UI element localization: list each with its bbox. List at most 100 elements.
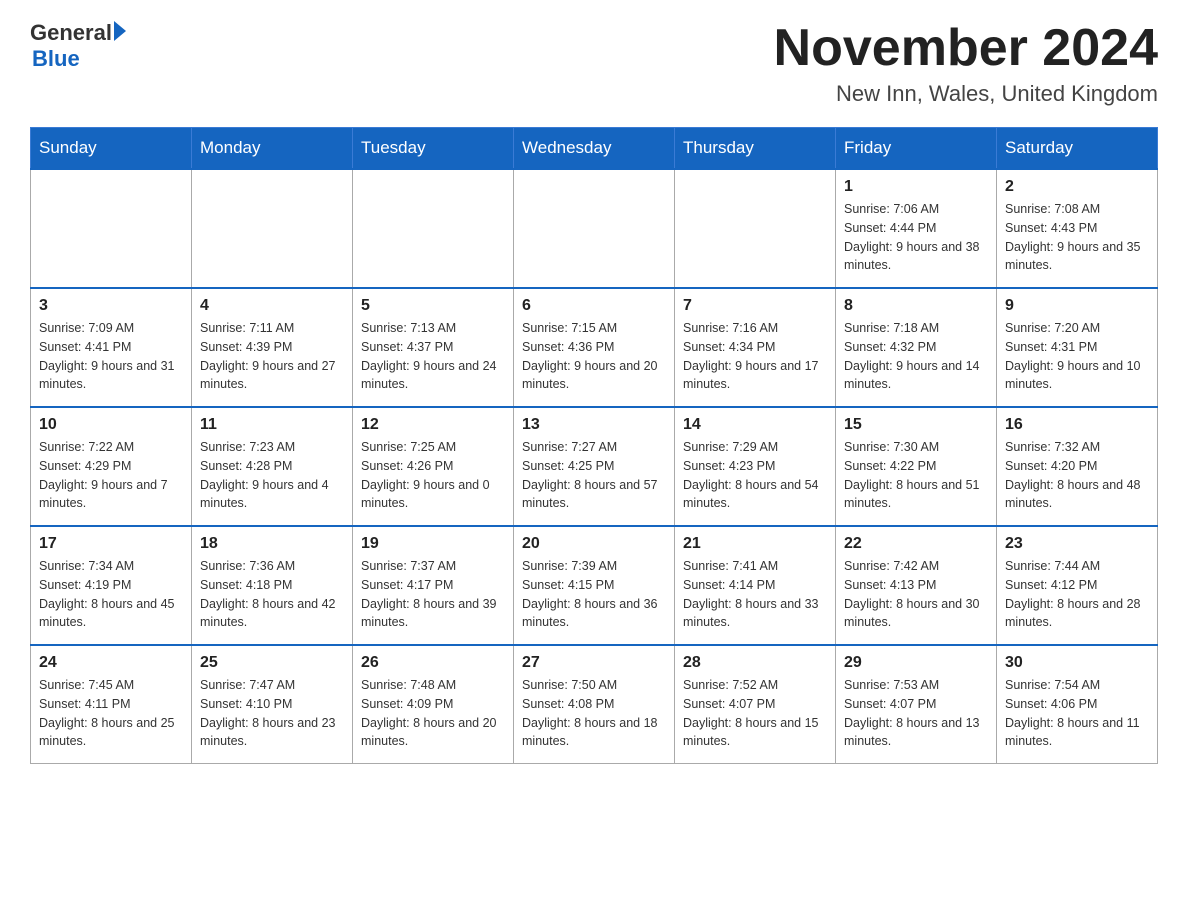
day-info: Sunrise: 7:36 AMSunset: 4:18 PMDaylight:… (200, 557, 344, 632)
day-number: 12 (361, 416, 505, 434)
calendar-cell: 15 Sunrise: 7:30 AMSunset: 4:22 PMDayligh… (836, 407, 997, 526)
calendar-cell: 14 Sunrise: 7:29 AMSunset: 4:23 PMDayligh… (675, 407, 836, 526)
day-info: Sunrise: 7:20 AMSunset: 4:31 PMDaylight:… (1005, 319, 1149, 394)
logo: General Blue (30, 20, 126, 72)
day-number: 2 (1005, 178, 1149, 196)
day-info: Sunrise: 7:13 AMSunset: 4:37 PMDaylight:… (361, 319, 505, 394)
location-subtitle: New Inn, Wales, United Kingdom (774, 81, 1158, 107)
logo-blue-text: Blue (32, 46, 126, 72)
calendar-cell: 12 Sunrise: 7:25 AMSunset: 4:26 PMDayligh… (353, 407, 514, 526)
weekday-header-saturday: Saturday (997, 128, 1158, 170)
day-info: Sunrise: 7:37 AMSunset: 4:17 PMDaylight:… (361, 557, 505, 632)
calendar-cell: 22 Sunrise: 7:42 AMSunset: 4:13 PMDayligh… (836, 526, 997, 645)
calendar-cell: 25 Sunrise: 7:47 AMSunset: 4:10 PMDayligh… (192, 645, 353, 764)
calendar-cell: 24Sunrise: 7:45 AMSunset: 4:11 PMDayligh… (31, 645, 192, 764)
day-number: 18 (200, 535, 344, 553)
calendar-cell: 18 Sunrise: 7:36 AMSunset: 4:18 PMDayligh… (192, 526, 353, 645)
weekday-header-thursday: Thursday (675, 128, 836, 170)
day-info: Sunrise: 7:50 AMSunset: 4:08 PMDaylight:… (522, 676, 666, 751)
day-number: 13 (522, 416, 666, 434)
weekday-header-friday: Friday (836, 128, 997, 170)
day-info: Sunrise: 7:52 AMSunset: 4:07 PMDaylight:… (683, 676, 827, 751)
calendar-cell: 10 Sunrise: 7:22 AMSunset: 4:29 PMDayligh… (31, 407, 192, 526)
day-info: Sunrise: 7:48 AMSunset: 4:09 PMDaylight:… (361, 676, 505, 751)
day-info: Sunrise: 7:15 AMSunset: 4:36 PMDaylight:… (522, 319, 666, 394)
day-info: Sunrise: 7:47 AMSunset: 4:10 PMDaylight:… (200, 676, 344, 751)
calendar-cell: 6 Sunrise: 7:15 AMSunset: 4:36 PMDaylight… (514, 288, 675, 407)
day-number: 5 (361, 297, 505, 315)
calendar-cell: 17Sunrise: 7:34 AMSunset: 4:19 PMDayligh… (31, 526, 192, 645)
day-info: Sunrise: 7:44 AMSunset: 4:12 PMDaylight:… (1005, 557, 1149, 632)
calendar-cell: 9 Sunrise: 7:20 AMSunset: 4:31 PMDaylight… (997, 288, 1158, 407)
calendar-cell (192, 169, 353, 288)
day-number: 11 (200, 416, 344, 434)
title-section: November 2024 New Inn, Wales, United Kin… (774, 20, 1158, 107)
day-info: Sunrise: 7:41 AMSunset: 4:14 PMDaylight:… (683, 557, 827, 632)
day-number: 3 (39, 297, 183, 315)
day-number: 16 (1005, 416, 1149, 434)
calendar-cell: 1 Sunrise: 7:06 AMSunset: 4:44 PMDaylight… (836, 169, 997, 288)
day-number: 28 (683, 654, 827, 672)
weekday-header-wednesday: Wednesday (514, 128, 675, 170)
day-info: Sunrise: 7:08 AMSunset: 4:43 PMDaylight:… (1005, 200, 1149, 275)
calendar-cell (675, 169, 836, 288)
week-row-2: 3 Sunrise: 7:09 AMSunset: 4:41 PMDaylight… (31, 288, 1158, 407)
calendar-cell: 3 Sunrise: 7:09 AMSunset: 4:41 PMDaylight… (31, 288, 192, 407)
calendar-cell: 23 Sunrise: 7:44 AMSunset: 4:12 PMDayligh… (997, 526, 1158, 645)
calendar-cell: 29Sunrise: 7:53 AMSunset: 4:07 PMDayligh… (836, 645, 997, 764)
calendar-cell: 11 Sunrise: 7:23 AMSunset: 4:28 PMDayligh… (192, 407, 353, 526)
calendar-cell: 13Sunrise: 7:27 AMSunset: 4:25 PMDayligh… (514, 407, 675, 526)
day-info: Sunrise: 7:09 AMSunset: 4:41 PMDaylight:… (39, 319, 183, 394)
day-number: 9 (1005, 297, 1149, 315)
weekday-header-row: SundayMondayTuesdayWednesdayThursdayFrid… (31, 128, 1158, 170)
calendar-cell: 8 Sunrise: 7:18 AMSunset: 4:32 PMDaylight… (836, 288, 997, 407)
calendar-cell: 28 Sunrise: 7:52 AMSunset: 4:07 PMDayligh… (675, 645, 836, 764)
day-info: Sunrise: 7:53 AMSunset: 4:07 PMDaylight:… (844, 676, 988, 751)
calendar-cell: 5 Sunrise: 7:13 AMSunset: 4:37 PMDaylight… (353, 288, 514, 407)
day-info: Sunrise: 7:16 AMSunset: 4:34 PMDaylight:… (683, 319, 827, 394)
calendar-cell (353, 169, 514, 288)
day-info: Sunrise: 7:25 AMSunset: 4:26 PMDaylight:… (361, 438, 505, 513)
day-number: 14 (683, 416, 827, 434)
calendar-cell: 7 Sunrise: 7:16 AMSunset: 4:34 PMDaylight… (675, 288, 836, 407)
calendar-cell: 2 Sunrise: 7:08 AMSunset: 4:43 PMDaylight… (997, 169, 1158, 288)
day-number: 20 (522, 535, 666, 553)
week-row-5: 24Sunrise: 7:45 AMSunset: 4:11 PMDayligh… (31, 645, 1158, 764)
day-info: Sunrise: 7:18 AMSunset: 4:32 PMDaylight:… (844, 319, 988, 394)
day-info: Sunrise: 7:11 AMSunset: 4:39 PMDaylight:… (200, 319, 344, 394)
day-number: 10 (39, 416, 183, 434)
weekday-header-monday: Monday (192, 128, 353, 170)
day-info: Sunrise: 7:29 AMSunset: 4:23 PMDaylight:… (683, 438, 827, 513)
day-number: 27 (522, 654, 666, 672)
day-number: 21 (683, 535, 827, 553)
day-info: Sunrise: 7:23 AMSunset: 4:28 PMDaylight:… (200, 438, 344, 513)
day-info: Sunrise: 7:34 AMSunset: 4:19 PMDaylight:… (39, 557, 183, 632)
calendar-cell: 30Sunrise: 7:54 AMSunset: 4:06 PMDayligh… (997, 645, 1158, 764)
calendar-cell: 19Sunrise: 7:37 AMSunset: 4:17 PMDayligh… (353, 526, 514, 645)
month-year-title: November 2024 (774, 20, 1158, 77)
calendar-cell (31, 169, 192, 288)
day-info: Sunrise: 7:30 AMSunset: 4:22 PMDaylight:… (844, 438, 988, 513)
calendar-cell: 21 Sunrise: 7:41 AMSunset: 4:14 PMDayligh… (675, 526, 836, 645)
calendar-cell: 26Sunrise: 7:48 AMSunset: 4:09 PMDayligh… (353, 645, 514, 764)
day-number: 15 (844, 416, 988, 434)
day-number: 7 (683, 297, 827, 315)
day-number: 30 (1005, 654, 1149, 672)
week-row-3: 10 Sunrise: 7:22 AMSunset: 4:29 PMDayligh… (31, 407, 1158, 526)
day-number: 1 (844, 178, 988, 196)
calendar-table: SundayMondayTuesdayWednesdayThursdayFrid… (30, 127, 1158, 764)
day-number: 22 (844, 535, 988, 553)
calendar-cell: 27 Sunrise: 7:50 AMSunset: 4:08 PMDayligh… (514, 645, 675, 764)
day-info: Sunrise: 7:42 AMSunset: 4:13 PMDaylight:… (844, 557, 988, 632)
calendar-cell: 4 Sunrise: 7:11 AMSunset: 4:39 PMDaylight… (192, 288, 353, 407)
day-number: 4 (200, 297, 344, 315)
week-row-1: 1 Sunrise: 7:06 AMSunset: 4:44 PMDaylight… (31, 169, 1158, 288)
day-info: Sunrise: 7:45 AMSunset: 4:11 PMDaylight:… (39, 676, 183, 751)
day-number: 23 (1005, 535, 1149, 553)
day-number: 25 (200, 654, 344, 672)
day-info: Sunrise: 7:22 AMSunset: 4:29 PMDaylight:… (39, 438, 183, 513)
day-info: Sunrise: 7:06 AMSunset: 4:44 PMDaylight:… (844, 200, 988, 275)
calendar-cell: 20Sunrise: 7:39 AMSunset: 4:15 PMDayligh… (514, 526, 675, 645)
day-number: 8 (844, 297, 988, 315)
day-number: 6 (522, 297, 666, 315)
